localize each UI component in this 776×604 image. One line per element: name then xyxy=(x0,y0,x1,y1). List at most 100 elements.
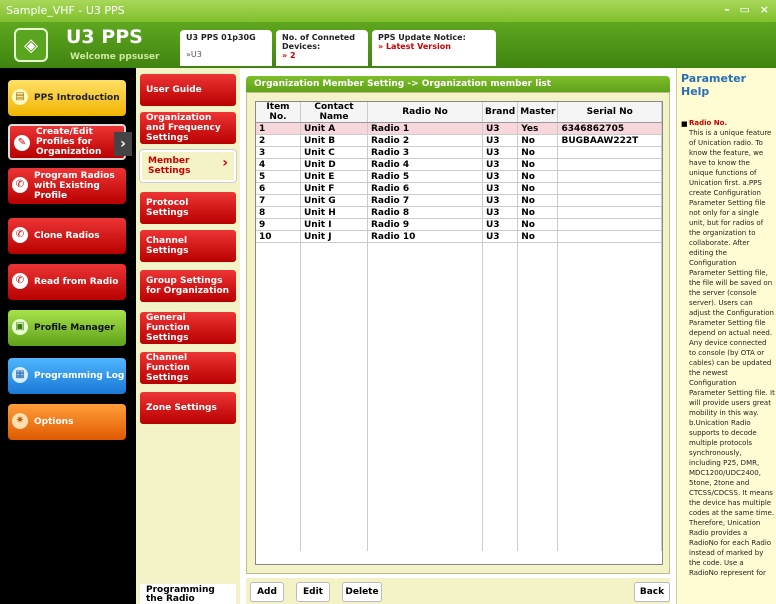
nav-program-radios[interactable]: ✆ Program Radios with Existing Profile xyxy=(8,168,126,204)
table-row[interactable]: 8 Unit H Radio 8 U3 No xyxy=(256,206,662,219)
table-cell xyxy=(482,254,519,265)
table-cell xyxy=(367,342,483,353)
nav-programming-log[interactable]: ▦ Programming Log xyxy=(8,358,126,394)
nav-profile-manager[interactable]: ▣ Profile Manager xyxy=(8,310,126,346)
column-header[interactable]: Radio No xyxy=(367,102,483,123)
nav-create-edit-profiles[interactable]: ✎ Create/Edit Profiles for Organization … xyxy=(8,124,132,160)
table-cell xyxy=(300,540,368,551)
column-header[interactable]: Contact Name xyxy=(300,102,368,123)
version-link[interactable]: »U3 xyxy=(186,50,266,59)
help-title: Parameter Help xyxy=(681,72,747,98)
table-cell: U3 xyxy=(482,182,519,195)
table-cell xyxy=(300,242,368,254)
subnav-zone-settings[interactable]: Zone Settings xyxy=(140,392,236,424)
title-bar: Sample_VHF - U3 PPS – ▭ × xyxy=(0,0,776,22)
subnav-group-settings[interactable]: Group Settings for Organization xyxy=(140,270,236,302)
table-cell xyxy=(482,419,519,430)
column-header[interactable]: Serial No xyxy=(557,102,662,123)
table-cell xyxy=(300,353,368,364)
subnav-general-function[interactable]: General Function Settings xyxy=(140,312,236,344)
table-cell xyxy=(256,507,301,518)
document-icon: ▤ xyxy=(12,89,28,105)
table-row-empty xyxy=(256,408,662,419)
table-cell xyxy=(367,540,483,551)
table-cell xyxy=(367,496,483,507)
table-cell xyxy=(557,146,662,159)
table-cell xyxy=(482,309,519,320)
table-cell xyxy=(557,518,662,529)
table-row[interactable]: 3 Unit C Radio 3 U3 No xyxy=(256,146,662,159)
table-cell: Radio 3 xyxy=(367,146,483,159)
panel-body: Item No. Contact Name Radio No Brand Mas… xyxy=(246,92,670,574)
table-cell xyxy=(517,320,559,331)
table-cell xyxy=(367,507,483,518)
column-header[interactable]: Item No. xyxy=(256,102,301,123)
clone-icon: ✆ xyxy=(12,227,28,243)
table-row[interactable]: 7 Unit G Radio 7 U3 No xyxy=(256,194,662,207)
table-cell xyxy=(482,276,519,287)
table-row[interactable]: 2 Unit B Radio 2 U3 No BUGBAAW222T xyxy=(256,134,662,147)
subnav-member-settings[interactable]: Member Settings › xyxy=(140,150,236,182)
table-cell xyxy=(367,419,483,430)
app-header: ◈ U3 PPS Welcome ppsuser U3 PPS 01p30G »… xyxy=(0,22,776,68)
table-row-empty xyxy=(256,353,662,364)
table-cell xyxy=(300,298,368,309)
table-cell xyxy=(367,254,483,265)
table-cell: U3 xyxy=(482,230,519,243)
table-cell: 9 xyxy=(256,218,301,231)
nav-pps-introduction[interactable]: ▤ PPS Introduction xyxy=(8,80,126,116)
table-cell xyxy=(517,507,559,518)
nav-clone-radios[interactable]: ✆ Clone Radios xyxy=(8,218,126,254)
subnav-user-guide[interactable]: User Guide xyxy=(140,74,236,106)
table-row-empty xyxy=(256,529,662,540)
table-cell xyxy=(482,397,519,408)
table-cell: 3 xyxy=(256,146,301,159)
nav-label: Program Radios with Existing Profile xyxy=(34,171,115,201)
table-cell xyxy=(367,276,483,287)
table-cell xyxy=(256,276,301,287)
table-cell xyxy=(256,408,301,419)
table-row-empty xyxy=(256,496,662,507)
table-cell xyxy=(300,518,368,529)
table-cell xyxy=(557,430,662,441)
nav-options[interactable]: ✷ Options xyxy=(8,404,126,440)
table-cell: 5 xyxy=(256,170,301,183)
subnav-channel-function[interactable]: Channel Function Settings xyxy=(140,352,236,384)
edit-button[interactable]: Edit xyxy=(296,582,330,602)
table-row[interactable]: 10 Unit J Radio 10 U3 No xyxy=(256,230,662,243)
table-row[interactable]: 6 Unit F Radio 6 U3 No xyxy=(256,182,662,195)
table-cell xyxy=(256,430,301,441)
table-row[interactable]: 1 Unit A Radio 1 U3 Yes 6346862705 xyxy=(256,122,662,135)
table-cell: U3 xyxy=(482,170,519,183)
main-nav: ▤ PPS Introduction ✎ Create/Edit Profile… xyxy=(0,68,136,604)
window-controls[interactable]: – ▭ × xyxy=(724,3,772,16)
programming-radio-label[interactable]: Programming the Radio xyxy=(140,584,236,604)
table-cell xyxy=(557,242,662,254)
table-row[interactable]: 4 Unit D Radio 4 U3 No xyxy=(256,158,662,171)
update-box: PPS Update Notice: » Latest Version xyxy=(372,30,496,66)
table-cell xyxy=(517,408,559,419)
table-cell xyxy=(367,331,483,342)
table-cell xyxy=(482,342,519,353)
nav-read-from-radio[interactable]: ✆ Read from Radio xyxy=(8,264,126,300)
nav-label: Programming Log xyxy=(34,371,125,381)
version-label: U3 PPS 01p30G xyxy=(186,33,256,42)
table-cell: U3 xyxy=(482,122,519,135)
column-header[interactable]: Master xyxy=(517,102,559,123)
subnav-protocol-settings[interactable]: Protocol Settings xyxy=(140,192,236,224)
table-row[interactable]: 9 Unit I Radio 9 U3 No xyxy=(256,218,662,231)
subnav-organization-frequency[interactable]: Organization and Frequency Settings xyxy=(140,112,236,144)
table-cell: Radio 10 xyxy=(367,230,483,243)
delete-button[interactable]: Delete xyxy=(342,582,382,602)
table-row[interactable]: 5 Unit E Radio 5 U3 No xyxy=(256,170,662,183)
table-cell xyxy=(300,496,368,507)
table-cell xyxy=(557,194,662,207)
table-cell xyxy=(557,331,662,342)
table-cell xyxy=(517,430,559,441)
back-button[interactable]: Back xyxy=(634,582,670,602)
table-cell: No xyxy=(517,194,559,207)
column-header[interactable]: Brand xyxy=(482,102,519,123)
subnav-channel-settings[interactable]: Channel Settings xyxy=(140,230,236,262)
add-button[interactable]: Add xyxy=(250,582,284,602)
update-value[interactable]: » Latest Version xyxy=(378,42,490,51)
